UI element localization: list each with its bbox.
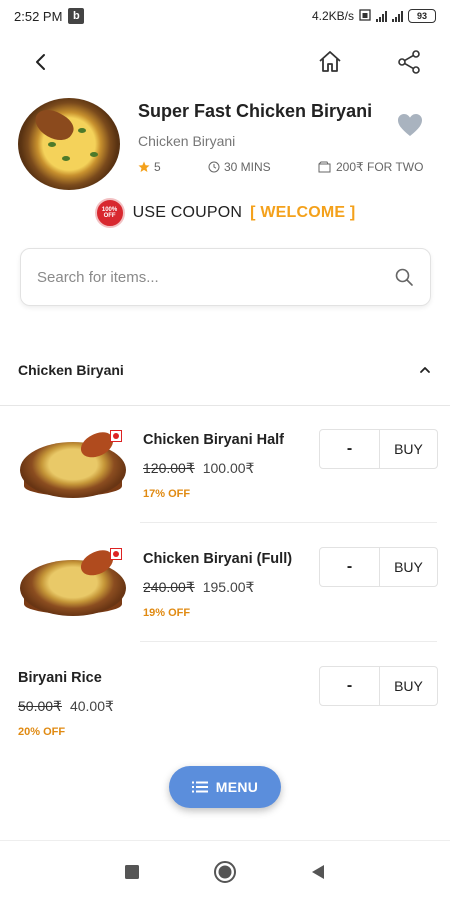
buy-button[interactable]: BUY <box>380 548 437 586</box>
status-bar: 2:52 PM b 4.2KB/s 93 <box>0 0 450 32</box>
circle-icon <box>214 861 236 883</box>
delivery-time-value: 30 MINS <box>224 160 271 174</box>
signal-icon-2 <box>392 10 403 22</box>
decrease-button[interactable]: - <box>320 667 380 705</box>
item-name: Chicken Biryani (Full) <box>143 551 293 567</box>
triangle-back-icon <box>312 865 324 879</box>
star-icon <box>138 161 150 172</box>
item-divider <box>140 522 437 523</box>
non-veg-icon <box>110 548 122 560</box>
item-name: Chicken Biryani Half <box>143 432 285 448</box>
cost-for-two-value: 200₹ FOR TWO <box>336 160 424 174</box>
item-image <box>18 427 128 508</box>
square-icon <box>125 865 139 879</box>
status-left: 2:52 PM b <box>14 8 85 24</box>
home-icon <box>319 51 341 72</box>
network-speed: 4.2KB/s <box>311 9 354 23</box>
new-price: 40.00₹ <box>69 698 114 714</box>
back-system-button[interactable] <box>305 859 331 885</box>
battery-icon: 93 <box>408 9 436 23</box>
decrease-button[interactable]: - <box>320 548 380 586</box>
item-price: 120.00₹ 100.00₹ <box>143 460 254 477</box>
back-arrow-icon <box>36 54 45 70</box>
restaurant-meta: 5 30 MINS 200₹ FOR TWO <box>138 160 430 178</box>
quantity-stepper: - BUY <box>319 666 438 706</box>
discount-label: 17% OFF <box>143 488 191 500</box>
old-price: 50.00₹ <box>18 698 62 714</box>
sim-icon <box>359 8 371 24</box>
status-right: 4.2KB/s 93 <box>311 8 436 24</box>
new-price: 100.00₹ <box>202 460 255 476</box>
system-nav-bar <box>0 840 450 900</box>
chevron-up-icon <box>420 367 430 373</box>
quantity-stepper: - BUY <box>319 547 438 587</box>
coupon-code: [ WELCOME ] <box>250 204 356 221</box>
top-nav <box>0 40 450 88</box>
coupon-label: USE COUPON <box>132 204 243 221</box>
clock-icon <box>208 161 220 173</box>
category-title: Chicken Biryani <box>18 362 124 378</box>
discount-label: 20% OFF <box>18 726 66 738</box>
menu-button[interactable]: MENU <box>169 766 281 808</box>
item-divider <box>140 641 437 642</box>
status-time: 2:52 PM <box>14 8 63 24</box>
search-box[interactable]: Search for items... <box>20 248 431 306</box>
discount-label: 19% OFF <box>143 607 191 619</box>
delivery-time: 30 MINS <box>208 160 271 174</box>
old-price: 120.00₹ <box>143 460 195 476</box>
share-button[interactable] <box>391 44 427 80</box>
restaurant-category: Chicken Biryani <box>138 133 236 149</box>
notification-b-icon: b <box>68 8 85 24</box>
share-icon <box>398 50 420 74</box>
coupon-badge-icon: 100% OFF <box>94 198 125 228</box>
quantity-stepper: - BUY <box>319 429 438 469</box>
old-price: 240.00₹ <box>143 579 195 595</box>
recents-button[interactable] <box>119 859 145 885</box>
decrease-button[interactable]: - <box>320 430 380 468</box>
item-price: 50.00₹ 40.00₹ <box>18 698 114 715</box>
section-divider <box>0 405 450 406</box>
wallet-icon <box>318 161 331 173</box>
heart-icon <box>398 114 422 136</box>
non-veg-icon <box>110 430 122 442</box>
rating: 5 <box>138 160 161 174</box>
menu-button-label: MENU <box>215 779 259 795</box>
buy-button[interactable]: BUY <box>380 430 437 468</box>
coupon-banner[interactable]: 100% OFF USE COUPON [ WELCOME ] <box>0 198 450 228</box>
list-icon <box>191 781 208 793</box>
category-header[interactable]: Chicken Biryani <box>0 350 450 390</box>
back-button[interactable] <box>23 44 59 80</box>
signal-icon <box>376 10 387 22</box>
restaurant-name: Super Fast Chicken Biryani <box>138 101 373 121</box>
item-price: 240.00₹ 195.00₹ <box>143 579 254 596</box>
buy-button[interactable]: BUY <box>380 667 437 705</box>
new-price: 195.00₹ <box>202 579 255 595</box>
cost-for-two: 200₹ FOR TWO <box>318 160 423 174</box>
restaurant-image <box>18 98 120 190</box>
item-name: Biryani Rice <box>18 670 102 686</box>
home-system-button[interactable] <box>212 859 238 885</box>
home-button[interactable] <box>312 44 348 80</box>
item-image <box>18 545 128 626</box>
rating-value: 5 <box>154 160 161 174</box>
favorite-button[interactable] <box>396 112 424 138</box>
